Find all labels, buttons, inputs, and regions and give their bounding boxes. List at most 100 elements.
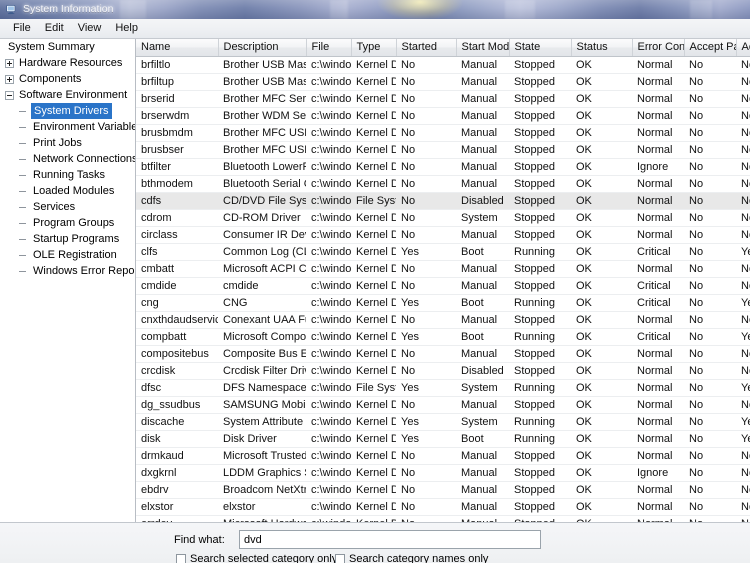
table-row[interactable]: compositebusComposite Bus Enume...c:\win…: [136, 345, 750, 363]
table-row[interactable]: cngCNGc:\window...Kernel Dri...YesBootRu…: [136, 294, 750, 312]
sidebar-item-ole-registration[interactable]: OLE Registration: [0, 247, 135, 263]
table-row[interactable]: btfilterBluetooth LowerFilter ...c:\wind…: [136, 158, 750, 176]
cell-accept-stop: No: [736, 464, 750, 482]
sidebar-item-network-connections[interactable]: Network Connections: [0, 151, 135, 167]
checkbox-icon[interactable]: [335, 554, 345, 563]
cell-name: clfs: [136, 243, 218, 261]
cell-description: Composite Bus Enume...: [218, 345, 306, 363]
cell-file: c:\window...: [306, 311, 351, 329]
sidebar-item-components[interactable]: Components: [0, 71, 135, 87]
drivers-list[interactable]: Name Description File Type Started Start…: [136, 39, 750, 522]
search-selected-category-checkbox-row[interactable]: Search selected category only: [176, 553, 337, 563]
column-header-error-control[interactable]: Error Con...: [632, 39, 685, 57]
cell-start-mode: Manual: [456, 141, 509, 159]
sidebar-item-loaded-modules[interactable]: Loaded Modules: [0, 183, 135, 199]
sidebar-item-services[interactable]: Services: [0, 199, 135, 215]
table-row[interactable]: brusbmdmBrother MFC USB Fax ...c:\window…: [136, 124, 750, 142]
cell-accept-pause: No: [684, 481, 736, 499]
cell-name: disk: [136, 430, 218, 448]
sidebar-item-startup-programs[interactable]: Startup Programs: [0, 231, 135, 247]
cell-accept-pause: No: [684, 124, 736, 142]
cell-description: CD/DVD File System R...: [218, 192, 306, 210]
collapse-icon[interactable]: [5, 90, 14, 100]
cell-type: Kernel Dri...: [351, 464, 396, 482]
category-tree[interactable]: System Summary Hardware Resources Compone…: [0, 39, 136, 522]
menu-item-help[interactable]: Help: [108, 20, 145, 37]
table-row[interactable]: brfiltupBrother USB Mass-Stor...c:\windo…: [136, 73, 750, 91]
cell-accept-pause: No: [684, 515, 736, 522]
window-titlebar[interactable]: System Information: [0, 0, 750, 20]
sidebar-item-print-jobs[interactable]: Print Jobs: [0, 135, 135, 151]
table-row[interactable]: bthmodemBluetooth Serial Com...c:\window…: [136, 175, 750, 193]
table-row[interactable]: compbattMicrosoft Composite B...c:\windo…: [136, 328, 750, 346]
cell-file: c:\window...: [306, 56, 351, 74]
expand-icon[interactable]: [5, 74, 14, 84]
expand-icon[interactable]: [5, 58, 14, 68]
sidebar-item-program-groups[interactable]: Program Groups: [0, 215, 135, 231]
menu-item-edit[interactable]: Edit: [38, 20, 71, 37]
table-row[interactable]: diskDisk Driverc:\window...Kernel Dri...…: [136, 430, 750, 448]
cell-state: Stopped: [509, 56, 571, 74]
table-row[interactable]: cmbattMicrosoft ACPI Control...c:\window…: [136, 260, 750, 278]
cell-state: Stopped: [509, 107, 571, 125]
table-row[interactable]: cmdidecmdidec:\window...Kernel Dri...NoM…: [136, 277, 750, 295]
sidebar-item-running-tasks[interactable]: Running Tasks: [0, 167, 135, 183]
table-row[interactable]: cdfsCD/DVD File System R...c:\window...F…: [136, 192, 750, 210]
table-row[interactable]: dxgkrnlLDDM Graphics Subsys...c:\window.…: [136, 464, 750, 482]
tree-item-label: OLE Registration: [33, 249, 117, 261]
column-header-accept-pause[interactable]: Accept Pa...: [684, 39, 737, 57]
cell-accept-stop: Yes: [736, 413, 750, 431]
cell-description: CNG: [218, 294, 306, 312]
table-row[interactable]: circlassConsumer IR Devicesc:\window...K…: [136, 226, 750, 244]
column-header-file[interactable]: File: [306, 39, 352, 57]
cell-file: c:\window...: [306, 277, 351, 295]
table-row[interactable]: errdevMicrosoft Hardware Err...c:\window…: [136, 515, 750, 522]
sidebar-item-system-drivers[interactable]: System Drivers: [0, 103, 135, 119]
cell-error-control: Normal: [632, 498, 684, 516]
column-header-started[interactable]: Started: [396, 39, 457, 57]
checkbox-icon[interactable]: [176, 554, 186, 563]
column-header-start-mode[interactable]: Start Mode: [456, 39, 510, 57]
sidebar-item-windows-error-reporting[interactable]: Windows Error Reporting: [0, 263, 135, 279]
column-header-accept-stop[interactable]: Accept St...: [736, 39, 750, 57]
find-input[interactable]: [239, 530, 541, 549]
cell-status: OK: [571, 498, 632, 516]
table-row[interactable]: elxstorelxstorc:\window...Kernel Dri...N…: [136, 498, 750, 516]
table-row[interactable]: brfiltloBrother USB Mass-Stor...c:\windo…: [136, 56, 750, 74]
tree-item-system-summary[interactable]: System Summary: [0, 39, 135, 55]
sidebar-item-environment-variables[interactable]: Environment Variables: [0, 119, 135, 135]
cell-description: Crcdisk Filter Driver: [218, 362, 306, 380]
cell-accept-stop: No: [736, 260, 750, 278]
table-row[interactable]: brusbserBrother MFC USB Seria...c:\windo…: [136, 141, 750, 159]
cell-description: LDDM Graphics Subsys...: [218, 464, 306, 482]
table-row[interactable]: ebdrvBroadcom NetXtreme I...c:\window...…: [136, 481, 750, 499]
table-row[interactable]: discacheSystem Attribute Cachec:\window.…: [136, 413, 750, 431]
sidebar-item-hardware-resources[interactable]: Hardware Resources: [0, 55, 135, 71]
cell-name: dg_ssudbus: [136, 396, 218, 414]
menu-item-view[interactable]: View: [71, 20, 109, 37]
cell-description: Bluetooth Serial Com...: [218, 175, 306, 193]
cell-started: No: [396, 260, 456, 278]
table-row[interactable]: drmkaudMicrosoft Trusted Audi...c:\windo…: [136, 447, 750, 465]
table-row[interactable]: cdromCD-ROM Driverc:\window...Kernel Dri…: [136, 209, 750, 227]
column-header-state[interactable]: State: [509, 39, 572, 57]
table-row[interactable]: dg_ssudbusSAMSUNG Mobile USB...c:\window…: [136, 396, 750, 414]
sidebar-item-software-environment[interactable]: Software Environment: [0, 87, 135, 103]
table-row[interactable]: crcdiskCrcdisk Filter Driverc:\window...…: [136, 362, 750, 380]
cell-type: Kernel Dri...: [351, 430, 396, 448]
cell-accept-stop: No: [736, 277, 750, 295]
search-category-names-checkbox-row[interactable]: Search category names only: [335, 553, 488, 563]
table-row[interactable]: clfsCommon Log (CLFS)c:\window...Kernel …: [136, 243, 750, 261]
cell-error-control: Normal: [632, 396, 684, 414]
table-row[interactable]: brseridBrother MFC Serial Por...c:\windo…: [136, 90, 750, 108]
column-header-description[interactable]: Description: [218, 39, 307, 57]
table-row[interactable]: cnxthdaudserviceConexant UAA Functio...c…: [136, 311, 750, 329]
cell-type: Kernel Dri...: [351, 175, 396, 193]
column-header-type[interactable]: Type: [351, 39, 397, 57]
table-row[interactable]: brserwdmBrother WDM Serial dri...c:\wind…: [136, 107, 750, 125]
column-header-status[interactable]: Status: [571, 39, 633, 57]
column-header-name[interactable]: Name: [136, 39, 219, 57]
cell-accept-stop: No: [736, 311, 750, 329]
menu-item-file[interactable]: File: [6, 20, 38, 37]
table-row[interactable]: dfscDFS Namespace Client...c:\window...F…: [136, 379, 750, 397]
